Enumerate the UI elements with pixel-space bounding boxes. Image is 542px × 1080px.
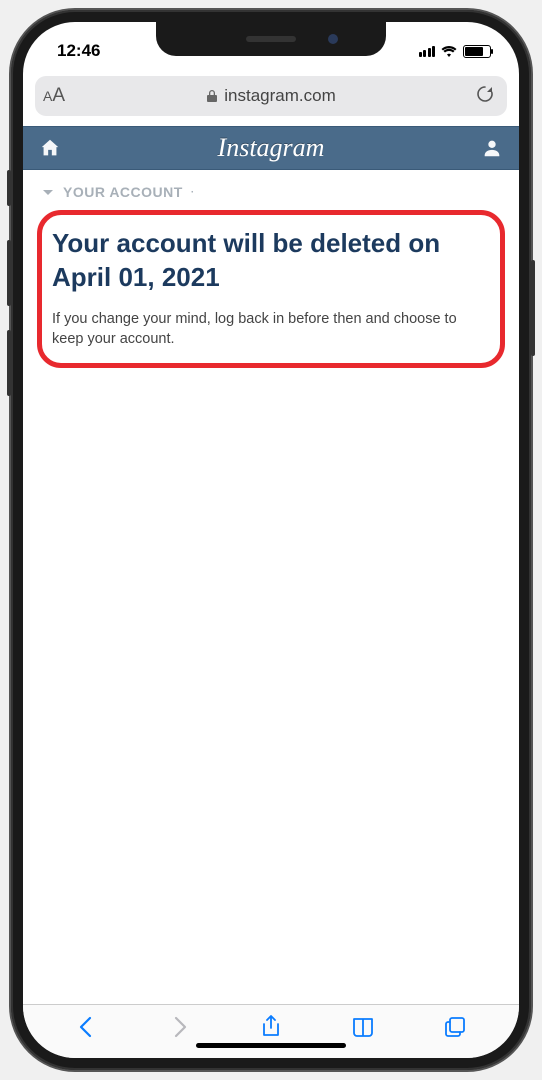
breadcrumb-label: YOUR ACCOUNT bbox=[63, 184, 183, 200]
speaker bbox=[246, 36, 296, 42]
reload-icon bbox=[475, 84, 495, 104]
highlight-annotation: Your account will be deleted on April 01… bbox=[37, 210, 505, 368]
lock-icon bbox=[206, 89, 218, 103]
home-icon[interactable] bbox=[39, 137, 61, 159]
safari-toolbar bbox=[23, 1004, 519, 1058]
breadcrumb-separator: · bbox=[191, 187, 195, 198]
mute-switch bbox=[7, 170, 11, 206]
reload-button[interactable] bbox=[469, 84, 507, 109]
volume-down-button bbox=[7, 330, 11, 396]
safari-address-row: AA instagram.com bbox=[23, 70, 519, 126]
user-icon[interactable] bbox=[481, 137, 503, 159]
power-button bbox=[531, 260, 535, 356]
front-camera bbox=[328, 34, 338, 44]
home-indicator[interactable] bbox=[196, 1043, 346, 1048]
page-title: Your account will be deleted on April 01… bbox=[52, 227, 490, 295]
tabs-button[interactable] bbox=[442, 1014, 468, 1040]
status-time: 12:46 bbox=[57, 41, 100, 61]
url-domain: instagram.com bbox=[224, 86, 335, 106]
page-content: Your account will be deleted on April 01… bbox=[23, 210, 519, 1004]
back-button[interactable] bbox=[74, 1014, 100, 1040]
volume-up-button bbox=[7, 240, 11, 306]
instagram-logo[interactable]: Instagram bbox=[218, 133, 325, 163]
screen: 12:46 AA instagram.com Instagram bbox=[23, 22, 519, 1058]
bookmarks-button[interactable] bbox=[350, 1014, 376, 1040]
wifi-icon bbox=[441, 45, 457, 57]
page-subtext: If you change your mind, log back in bef… bbox=[52, 309, 490, 350]
forward-button bbox=[166, 1014, 192, 1040]
cellular-icon bbox=[419, 45, 436, 57]
chevron-down-icon bbox=[41, 185, 55, 199]
breadcrumb[interactable]: YOUR ACCOUNT · bbox=[23, 170, 519, 210]
address-bar[interactable]: AA instagram.com bbox=[35, 76, 507, 116]
notch bbox=[156, 22, 386, 56]
instagram-header: Instagram bbox=[23, 126, 519, 170]
battery-icon bbox=[463, 45, 491, 58]
share-button[interactable] bbox=[258, 1014, 284, 1040]
text-size-button[interactable]: AA bbox=[35, 85, 73, 107]
status-right bbox=[419, 45, 492, 58]
phone-frame: 12:46 AA instagram.com Instagram bbox=[11, 10, 531, 1070]
